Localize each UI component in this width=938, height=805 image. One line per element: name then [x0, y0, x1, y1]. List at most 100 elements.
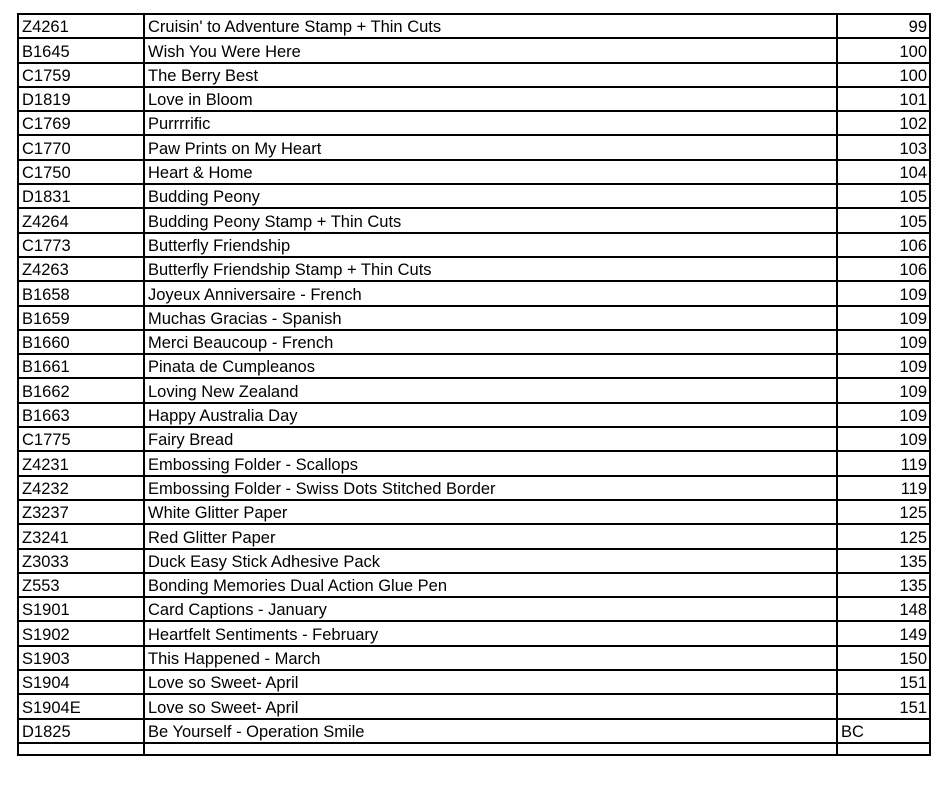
- product-name-cell: Loving New Zealand: [143, 377, 838, 404]
- table-row: B1659 Muchas Gracias - Spanish 109: [17, 304, 931, 331]
- empty-cell: [836, 741, 931, 756]
- page-number-cell: 102: [836, 110, 931, 137]
- page-number-cell: 119: [836, 474, 931, 501]
- page-number-cell: 100: [836, 61, 931, 88]
- product-code-cell: B1645: [17, 37, 145, 64]
- product-code-cell: C1770: [17, 134, 145, 161]
- page-number-cell: 109: [836, 377, 931, 404]
- table-row: B1658 Joyeux Anniversaire - French 109: [17, 280, 931, 307]
- page-number-cell: 105: [836, 207, 931, 234]
- page-number-cell: 109: [836, 280, 931, 307]
- product-code-cell: Z3241: [17, 523, 145, 550]
- page-number-cell: 105: [836, 183, 931, 210]
- page-number-cell: 135: [836, 571, 931, 599]
- page-number-cell: 103: [836, 134, 931, 161]
- page-number-cell: 151: [836, 669, 931, 696]
- table-row: Z3033 Duck Easy Stick Adhesive Pack 135: [17, 547, 931, 574]
- page-number-cell: 149: [836, 620, 931, 647]
- product-name-cell: Fairy Bread: [143, 426, 838, 453]
- table-row: S1901 Card Captions - January 148: [17, 596, 931, 623]
- page-number-cell: 109: [836, 353, 931, 380]
- table-row-partial: [17, 741, 931, 756]
- table-row: C1769 Purrrrific 102: [17, 110, 931, 137]
- product-code-cell: B1659: [17, 304, 145, 331]
- product-code-cell: B1663: [17, 401, 145, 429]
- product-name-cell: Merci Beaucoup - French: [143, 328, 838, 356]
- product-code-cell: Z4232: [17, 474, 145, 501]
- product-code-cell: C1775: [17, 426, 145, 453]
- page-number-cell: 109: [836, 401, 931, 429]
- page-number-cell: 109: [836, 304, 931, 331]
- product-name-cell: White Glitter Paper: [143, 498, 838, 526]
- product-name-cell: Budding Peony: [143, 183, 838, 210]
- table-row: Z553 Bonding Memories Dual Action Glue P…: [17, 571, 931, 599]
- product-table-container: Z4261 Cruisin' to Adventure Stamp + Thin…: [17, 12, 931, 756]
- product-code-cell: Z3237: [17, 498, 145, 526]
- empty-cell: [143, 741, 838, 756]
- table-row: C1750 Heart & Home 104: [17, 158, 931, 186]
- product-name-cell: Red Glitter Paper: [143, 523, 838, 550]
- product-code-cell: C1769: [17, 110, 145, 137]
- page-number-cell: 125: [836, 523, 931, 550]
- table-row: B1661 Pinata de Cumpleanos 109: [17, 353, 931, 380]
- table-row: Z4263 Butterfly Friendship Stamp + Thin …: [17, 255, 931, 283]
- page-number-cell: 106: [836, 255, 931, 283]
- product-code-cell: S1904E: [17, 693, 145, 720]
- table-row: B1645 Wish You Were Here 100: [17, 37, 931, 64]
- table-row: D1819 Love in Bloom 101: [17, 85, 931, 113]
- page-number-cell: 150: [836, 644, 931, 672]
- page-number-cell: 106: [836, 231, 931, 258]
- product-code-cell: B1662: [17, 377, 145, 404]
- product-code-cell: Z4264: [17, 207, 145, 234]
- product-code-cell: S1902: [17, 620, 145, 647]
- product-code-cell: Z4263: [17, 255, 145, 283]
- table-row: C1770 Paw Prints on My Heart 103: [17, 134, 931, 161]
- page-number-cell: BC: [836, 717, 931, 744]
- page-number-cell: 100: [836, 37, 931, 64]
- product-name-cell: The Berry Best: [143, 61, 838, 88]
- page-number-cell: 148: [836, 596, 931, 623]
- page-number-cell: 119: [836, 450, 931, 477]
- table-row: Z4231 Embossing Folder - Scallops 119: [17, 450, 931, 477]
- table-row: B1660 Merci Beaucoup - French 109: [17, 328, 931, 356]
- table-row: Z3237 White Glitter Paper 125: [17, 498, 931, 526]
- page-number-cell: 104: [836, 158, 931, 186]
- product-name-cell: Embossing Folder - Scallops: [143, 450, 838, 477]
- product-name-cell: Joyeux Anniversaire - French: [143, 280, 838, 307]
- product-code-cell: D1831: [17, 183, 145, 210]
- product-name-cell: Butterfly Friendship Stamp + Thin Cuts: [143, 255, 838, 283]
- product-name-cell: Heartfelt Sentiments - February: [143, 620, 838, 647]
- product-code-cell: C1773: [17, 231, 145, 258]
- product-name-cell: Card Captions - January: [143, 596, 838, 623]
- page-number-cell: 99: [836, 12, 931, 40]
- product-code-cell: D1819: [17, 85, 145, 113]
- table-row: Z4232 Embossing Folder - Swiss Dots Stit…: [17, 474, 931, 501]
- product-name-cell: Purrrrific: [143, 110, 838, 137]
- table-row: D1825 Be Yourself - Operation Smile BC: [17, 717, 931, 744]
- product-code-cell: Z553: [17, 571, 145, 599]
- product-name-cell: Duck Easy Stick Adhesive Pack: [143, 547, 838, 574]
- product-code-cell: S1903: [17, 644, 145, 672]
- product-name-cell: Love in Bloom: [143, 85, 838, 113]
- page-number-cell: 109: [836, 328, 931, 356]
- page-number-cell: 101: [836, 85, 931, 113]
- product-name-cell: Pinata de Cumpleanos: [143, 353, 838, 380]
- product-code-cell: D1825: [17, 717, 145, 744]
- product-code-cell: B1660: [17, 328, 145, 356]
- product-table: Z4261 Cruisin' to Adventure Stamp + Thin…: [17, 12, 931, 756]
- empty-cell: [17, 741, 145, 756]
- table-row: B1662 Loving New Zealand 109: [17, 377, 931, 404]
- table-row: Z3241 Red Glitter Paper 125: [17, 523, 931, 550]
- product-code-cell: S1904: [17, 669, 145, 696]
- table-row: D1831 Budding Peony 105: [17, 183, 931, 210]
- page-number-cell: 109: [836, 426, 931, 453]
- product-name-cell: Embossing Folder - Swiss Dots Stitched B…: [143, 474, 838, 501]
- product-name-cell: Heart & Home: [143, 158, 838, 186]
- product-name-cell: Muchas Gracias - Spanish: [143, 304, 838, 331]
- product-code-cell: C1750: [17, 158, 145, 186]
- page-number-cell: 125: [836, 498, 931, 526]
- product-name-cell: Love so Sweet- April: [143, 669, 838, 696]
- product-name-cell: Butterfly Friendship: [143, 231, 838, 258]
- product-code-cell: Z4261: [17, 12, 145, 40]
- page-number-cell: 135: [836, 547, 931, 574]
